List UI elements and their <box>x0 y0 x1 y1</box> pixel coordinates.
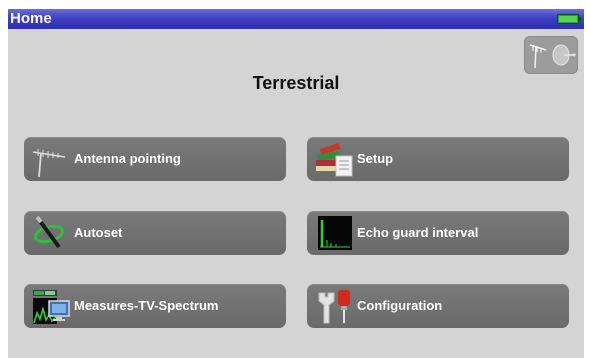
configuration-button[interactable]: Configuration <box>307 284 569 328</box>
measures-tv-spectrum-button[interactable]: Measures-TV-Spectrum <box>24 284 286 328</box>
antenna-pointing-button[interactable]: Antenna pointing <box>24 137 286 181</box>
setup-button[interactable]: Setup <box>307 137 569 181</box>
terrestrial-satellite-toggle-button[interactable] <box>524 36 578 74</box>
autoset-label: Autoset <box>74 225 123 240</box>
home-screen: Home Terrestrial Antenna pointing Setup … <box>8 9 584 358</box>
antenna-pointing-label: Antenna pointing <box>74 151 181 166</box>
window-title: Home <box>10 10 52 27</box>
antenna-icon <box>32 149 66 178</box>
autoset-button[interactable]: Autoset <box>24 211 286 255</box>
configuration-tools-icon <box>318 290 350 324</box>
spectrum-tv-icon <box>33 290 70 324</box>
configuration-label: Configuration <box>357 298 443 313</box>
echo-guard-interval-button[interactable]: Echo guard interval <box>307 211 569 255</box>
satellite-dish-icon <box>552 44 576 66</box>
echo-graph-icon <box>318 216 352 250</box>
battery-icon <box>557 14 581 24</box>
autoset-wand-icon <box>33 215 65 249</box>
page-title: Terrestrial <box>252 73 340 93</box>
setup-label: Setup <box>357 151 394 166</box>
echo-guard-interval-label: Echo guard interval <box>357 225 479 240</box>
measures-tv-spectrum-label: Measures-TV-Spectrum <box>74 298 219 313</box>
setup-books-icon <box>316 143 353 177</box>
title-bar: Home <box>8 9 584 29</box>
